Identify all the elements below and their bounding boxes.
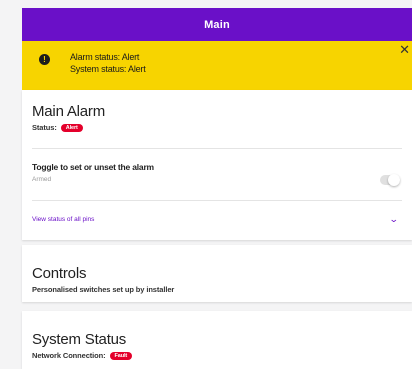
- status-badge: Alert: [60, 124, 83, 133]
- system-status-title: System Status: [32, 331, 127, 348]
- network-connection-row: Network Connection: Fault: [32, 351, 133, 361]
- controls-card[interactable]: Controls Personalised switches set up by…: [22, 245, 412, 302]
- network-connection-label: Network Connection:: [32, 351, 106, 360]
- controls-subtitle: Personalised switches set up by installe…: [32, 285, 175, 294]
- divider: [32, 148, 402, 149]
- chevron-down-icon[interactable]: ⌄: [389, 214, 399, 225]
- alarm-status-text: Alarm status: Alert: [70, 52, 140, 62]
- app-frame: Main ! Alarm status: Alert System status…: [0, 0, 412, 369]
- toggle-state-text: Armed: [32, 176, 52, 183]
- system-status-card[interactable]: System Status Network Connection: Fault: [22, 311, 412, 369]
- alert-banner: ! Alarm status: Alert System status: Ale…: [22, 41, 412, 90]
- main-alarm-status: Status: Alert: [32, 123, 83, 133]
- page-title: Main: [204, 18, 230, 31]
- info-icon: !: [39, 54, 50, 65]
- system-status-text: System status: Alert: [70, 64, 146, 74]
- divider: [32, 200, 402, 201]
- status-label: Status:: [32, 123, 57, 132]
- main-alarm-card: Main Alarm Status: Alert Toggle to set o…: [22, 90, 412, 240]
- main-alarm-title: Main Alarm: [32, 103, 106, 120]
- alert-messages: Alarm status: Alert System status: Alert: [70, 51, 146, 75]
- controls-title: Controls: [32, 265, 87, 282]
- arm-toggle[interactable]: [380, 174, 400, 186]
- toggle-label: Toggle to set or unset the alarm: [32, 162, 154, 172]
- fault-badge: Fault: [109, 352, 133, 361]
- toggle-knob: [388, 174, 400, 186]
- view-pins-link[interactable]: View status of all pins: [32, 216, 94, 223]
- app-header: Main: [22, 8, 412, 41]
- close-icon[interactable]: ✕: [399, 43, 410, 56]
